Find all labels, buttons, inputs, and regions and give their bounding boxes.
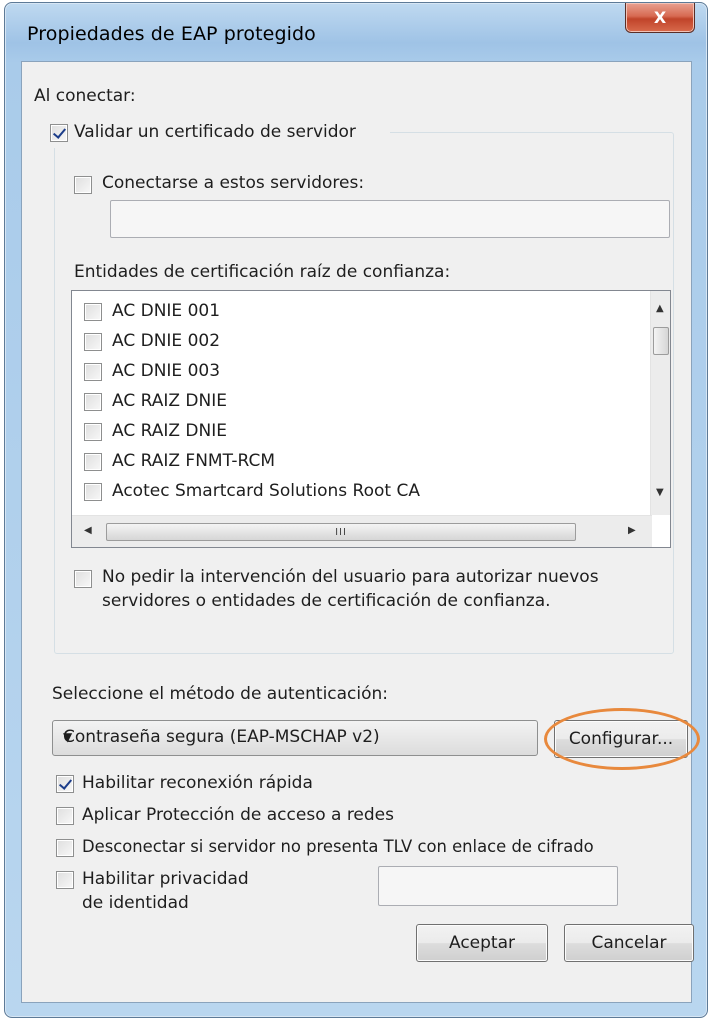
vertical-scroll-thumb[interactable] — [653, 327, 669, 355]
list-vertical-scrollbar[interactable]: ▲ ▼ — [650, 291, 670, 515]
tlv-checkbox[interactable] — [56, 839, 74, 857]
cancel-button[interactable]: Cancelar — [564, 924, 694, 962]
servers-input[interactable] — [110, 200, 670, 238]
list-item-checkbox[interactable] — [84, 423, 102, 441]
dialog-client-area: Al conectar: Validar un certificado de s… — [21, 61, 700, 1003]
identity-privacy-label-line2: de identidad — [82, 893, 189, 913]
scroll-left-icon[interactable]: ◀ — [84, 525, 92, 536]
ok-button-label: Aceptar — [449, 933, 515, 953]
scroll-grip-icon: III — [335, 526, 347, 538]
list-item[interactable]: AC DNIE 001 — [80, 297, 640, 327]
scroll-down-icon[interactable]: ▼ — [656, 487, 664, 498]
horizontal-scroll-thumb[interactable]: III — [106, 523, 576, 541]
no-prompt-label-line2: servidores o entidades de certificación … — [102, 591, 551, 611]
scroll-right-icon[interactable]: ▶ — [628, 525, 636, 536]
fast-reconnect-label: Habilitar reconexión rápida — [82, 773, 313, 793]
no-prompt-checkbox[interactable] — [74, 570, 92, 588]
auth-method-select[interactable]: Contraseña segura (EAP-MSCHAP v2) ▼ — [52, 720, 538, 756]
list-item-label: AC DNIE 001 — [112, 301, 221, 321]
dialog-window: Propiedades de EAP protegido X Al conect… — [4, 2, 708, 1018]
list-item-label: AC RAIZ DNIE — [112, 421, 227, 441]
identity-privacy-label-line1: Habilitar privacidad — [82, 869, 249, 889]
list-item[interactable]: AC RAIZ DNIE — [80, 417, 640, 447]
auth-method-heading: Seleccione el método de autenticación: — [52, 684, 389, 704]
list-item-checkbox[interactable] — [84, 453, 102, 471]
identity-privacy-checkbox[interactable] — [56, 871, 74, 889]
identity-privacy-input[interactable] — [378, 866, 618, 906]
list-item-label: AC RAIZ DNIE — [112, 391, 227, 411]
fast-reconnect-checkbox[interactable] — [56, 775, 74, 793]
root-ca-heading: Entidades de certificación raíz de confi… — [74, 262, 451, 282]
list-item[interactable]: Acotec Smartcard Solutions Root CA — [80, 477, 640, 507]
close-button[interactable]: X — [625, 3, 695, 33]
list-item-label: Acotec Smartcard Solutions Root CA — [112, 481, 420, 501]
validate-cert-checkbox[interactable] — [50, 124, 68, 142]
list-item-checkbox[interactable] — [84, 333, 102, 351]
tlv-label: Desconectar si servidor no presenta TLV … — [82, 837, 594, 856]
list-item-label: AC RAIZ FNMT-RCM — [112, 451, 276, 471]
list-item[interactable]: AC RAIZ DNIE — [80, 387, 640, 417]
close-icon: X — [653, 8, 667, 27]
cancel-button-label: Cancelar — [591, 933, 667, 953]
scroll-up-icon[interactable]: ▲ — [656, 303, 664, 314]
window-title: Propiedades de EAP protegido — [27, 23, 316, 45]
ok-button[interactable]: Aceptar — [416, 924, 548, 962]
list-item-checkbox[interactable] — [84, 303, 102, 321]
validate-cert-row[interactable]: Validar un certificado de servidor — [46, 120, 390, 148]
list-item-checkbox[interactable] — [84, 483, 102, 501]
list-item[interactable]: AC RAIZ FNMT-RCM — [80, 447, 640, 477]
connect-servers-label: Conectarse a estos servidores: — [102, 173, 365, 193]
no-prompt-label-line1: No pedir la intervención del usuario par… — [102, 567, 599, 587]
list-item[interactable]: AC DNIE 003 — [80, 357, 640, 387]
list-item-label: AC DNIE 003 — [112, 361, 221, 381]
nap-checkbox[interactable] — [56, 807, 74, 825]
connect-heading: Al conectar: — [34, 86, 136, 106]
list-item-checkbox[interactable] — [84, 393, 102, 411]
nap-label: Aplicar Protección de acceso a redes — [82, 805, 395, 825]
chevron-down-icon: ▼ — [63, 730, 73, 744]
configure-highlight-annotation — [544, 708, 700, 770]
root-ca-list[interactable]: AC DNIE 001 AC DNIE 002 AC DNIE 003 AC R… — [71, 290, 671, 548]
list-item-label: AC DNIE 002 — [112, 331, 221, 351]
validate-cert-label: Validar un certificado de servidor — [74, 122, 356, 142]
connect-servers-checkbox[interactable] — [74, 176, 92, 194]
list-horizontal-scrollbar[interactable]: ◀ III ▶ — [72, 515, 652, 547]
list-item-checkbox[interactable] — [84, 363, 102, 381]
list-item[interactable]: AC DNIE 002 — [80, 327, 640, 357]
